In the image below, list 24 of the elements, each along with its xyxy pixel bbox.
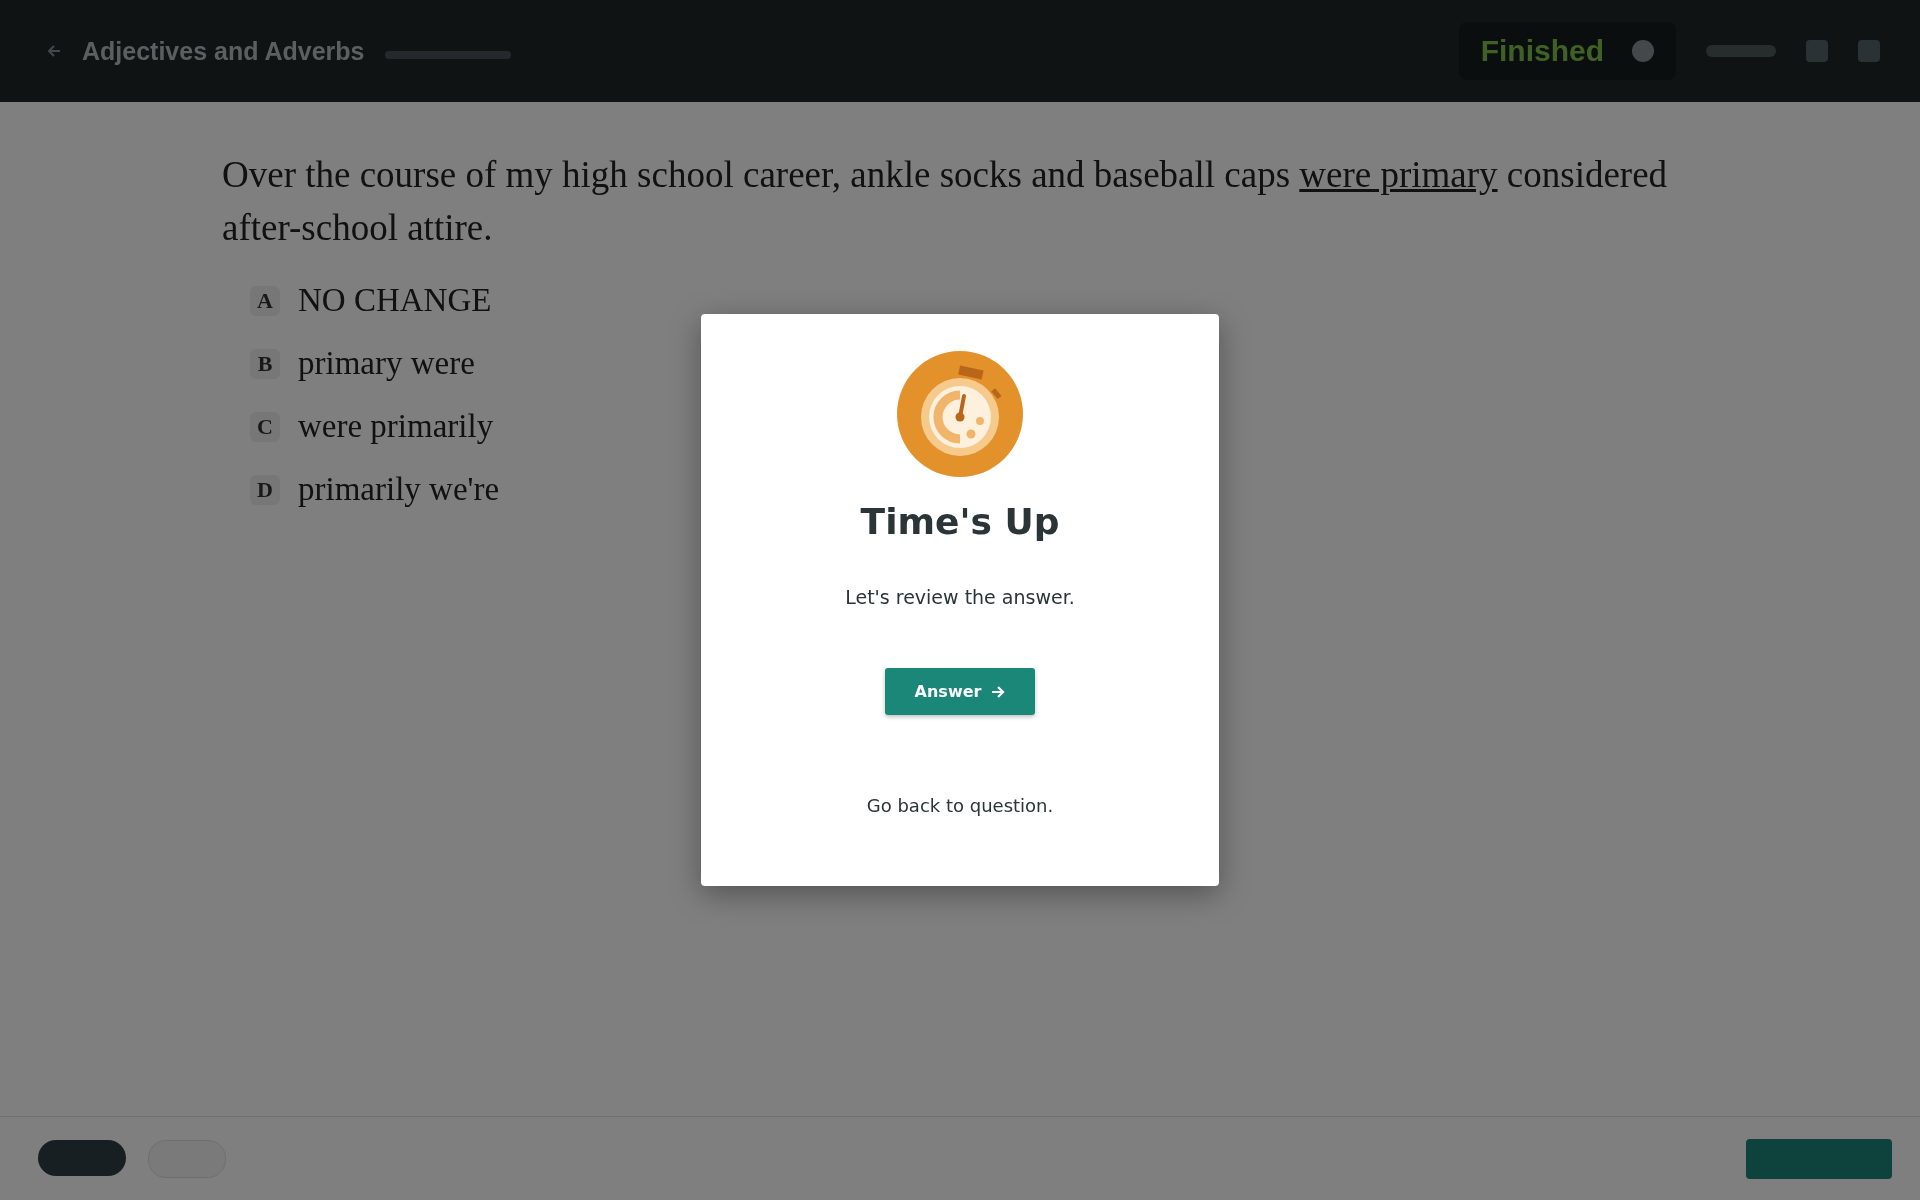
- footer-next-button[interactable]: [1746, 1138, 1892, 1179]
- choice-letter-badge[interactable]: A: [250, 285, 280, 316]
- choice-text[interactable]: NO CHANGE: [298, 282, 492, 319]
- arrow-right-icon: [991, 684, 1006, 699]
- footer-pill-button[interactable]: [38, 1139, 126, 1176]
- choice-letter-badge[interactable]: C: [250, 411, 280, 442]
- go-back-link[interactable]: Go back to question.: [866, 795, 1054, 816]
- lesson-title: Adjectives and Adverbs: [82, 36, 365, 66]
- question-text: Over the course of my high school career, ankle socks and baseball caps were primary considered after-school attire.: [222, 153, 1669, 250]
- choice-text[interactable]: were primarily: [298, 408, 494, 445]
- answer-button[interactable]: Answer: [885, 668, 1035, 715]
- status-label: Finished: [1480, 34, 1604, 68]
- square-icon[interactable]: [1806, 40, 1828, 62]
- modal-title: Time's Up: [860, 501, 1060, 542]
- circle-icon[interactable]: [1632, 40, 1654, 62]
- back-arrow-icon[interactable]: [46, 43, 62, 59]
- choice-text[interactable]: primary were: [298, 345, 475, 382]
- modal-message: Let's review the answer.: [845, 586, 1075, 608]
- choice-text[interactable]: primarily we're: [298, 471, 500, 508]
- choice-letter-badge[interactable]: D: [250, 474, 280, 505]
- choice-letter-badge[interactable]: B: [250, 348, 280, 379]
- square-icon[interactable]: [1858, 40, 1880, 62]
- menu-blurred-bar[interactable]: [1706, 45, 1776, 57]
- stopwatch-icon: [897, 351, 1023, 477]
